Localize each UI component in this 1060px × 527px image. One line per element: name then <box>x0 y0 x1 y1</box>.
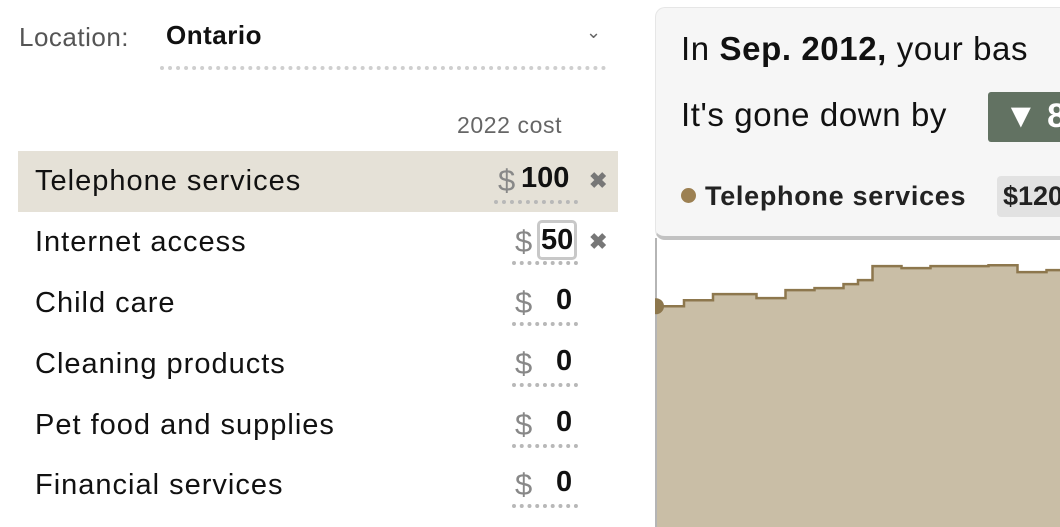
chevron-down-icon[interactable]: ⌄ <box>586 22 601 43</box>
price-history-chart <box>655 238 1060 527</box>
cost-input[interactable]: 0 <box>556 284 572 317</box>
currency-symbol: $ <box>498 163 516 198</box>
currency-symbol: $ <box>515 285 533 320</box>
cost-input[interactable]: 100 <box>521 162 569 195</box>
location-select[interactable]: Ontario <box>166 20 262 51</box>
cost-column-header: 2022 cost <box>457 112 563 138</box>
summary-line-2: It's gone down by <box>681 96 947 133</box>
remove-icon[interactable]: ✖ <box>589 168 607 194</box>
summary-prefix: In <box>681 30 720 67</box>
currency-symbol: $ <box>515 224 533 259</box>
currency-symbol: $ <box>515 467 533 502</box>
legend-dot-icon <box>681 188 696 203</box>
list-item-pet-food-and-supplies[interactable]: Pet food and supplies $ 0 <box>18 395 618 456</box>
remove-icon[interactable]: ✖ <box>589 229 607 255</box>
location-underline <box>160 66 606 70</box>
item-label: Telephone services <box>35 165 302 197</box>
series-area <box>655 265 1060 527</box>
cost-input-underline <box>512 261 578 265</box>
currency-symbol: $ <box>515 407 533 442</box>
cost-input[interactable]: 0 <box>556 345 572 378</box>
cost-input-underline <box>494 200 578 204</box>
list-item-financial-services[interactable]: Financial services $ 0 <box>18 455 618 516</box>
item-label: Internet access <box>35 226 247 258</box>
cost-input[interactable]: 50 <box>537 220 578 260</box>
change-badge: ▼ 8 <box>988 92 1060 142</box>
cost-input[interactable]: 0 <box>556 406 572 439</box>
summary-line-1: In Sep. 2012, your bas <box>681 30 1028 68</box>
cost-input-underline <box>512 322 578 326</box>
list-item-child-care[interactable]: Child care $ 0 <box>18 273 618 334</box>
summary-date: Sep. 2012, <box>719 30 887 67</box>
item-label: Child care <box>35 287 176 319</box>
cost-input-underline <box>512 504 578 508</box>
cost-input-underline <box>512 383 578 387</box>
summary-suffix: your bas <box>886 30 1029 67</box>
item-label: Cleaning products <box>35 348 286 380</box>
legend-series-value: $120 <box>997 176 1060 217</box>
list-item-telephone-services[interactable]: Telephone services $ 100 ✖ <box>18 151 618 212</box>
item-label: Pet food and supplies <box>35 409 335 441</box>
list-item-internet-access[interactable]: Internet access $ 50 ✖ <box>18 212 618 273</box>
cost-input-underline <box>512 444 578 448</box>
cost-input[interactable]: 0 <box>556 466 572 499</box>
legend-series-name: Telephone services <box>705 181 967 211</box>
list-item-cleaning-products[interactable]: Cleaning products $ 0 <box>18 334 618 395</box>
item-label: Financial services <box>35 469 284 501</box>
currency-symbol: $ <box>515 346 533 381</box>
location-label: Location: <box>19 22 130 52</box>
